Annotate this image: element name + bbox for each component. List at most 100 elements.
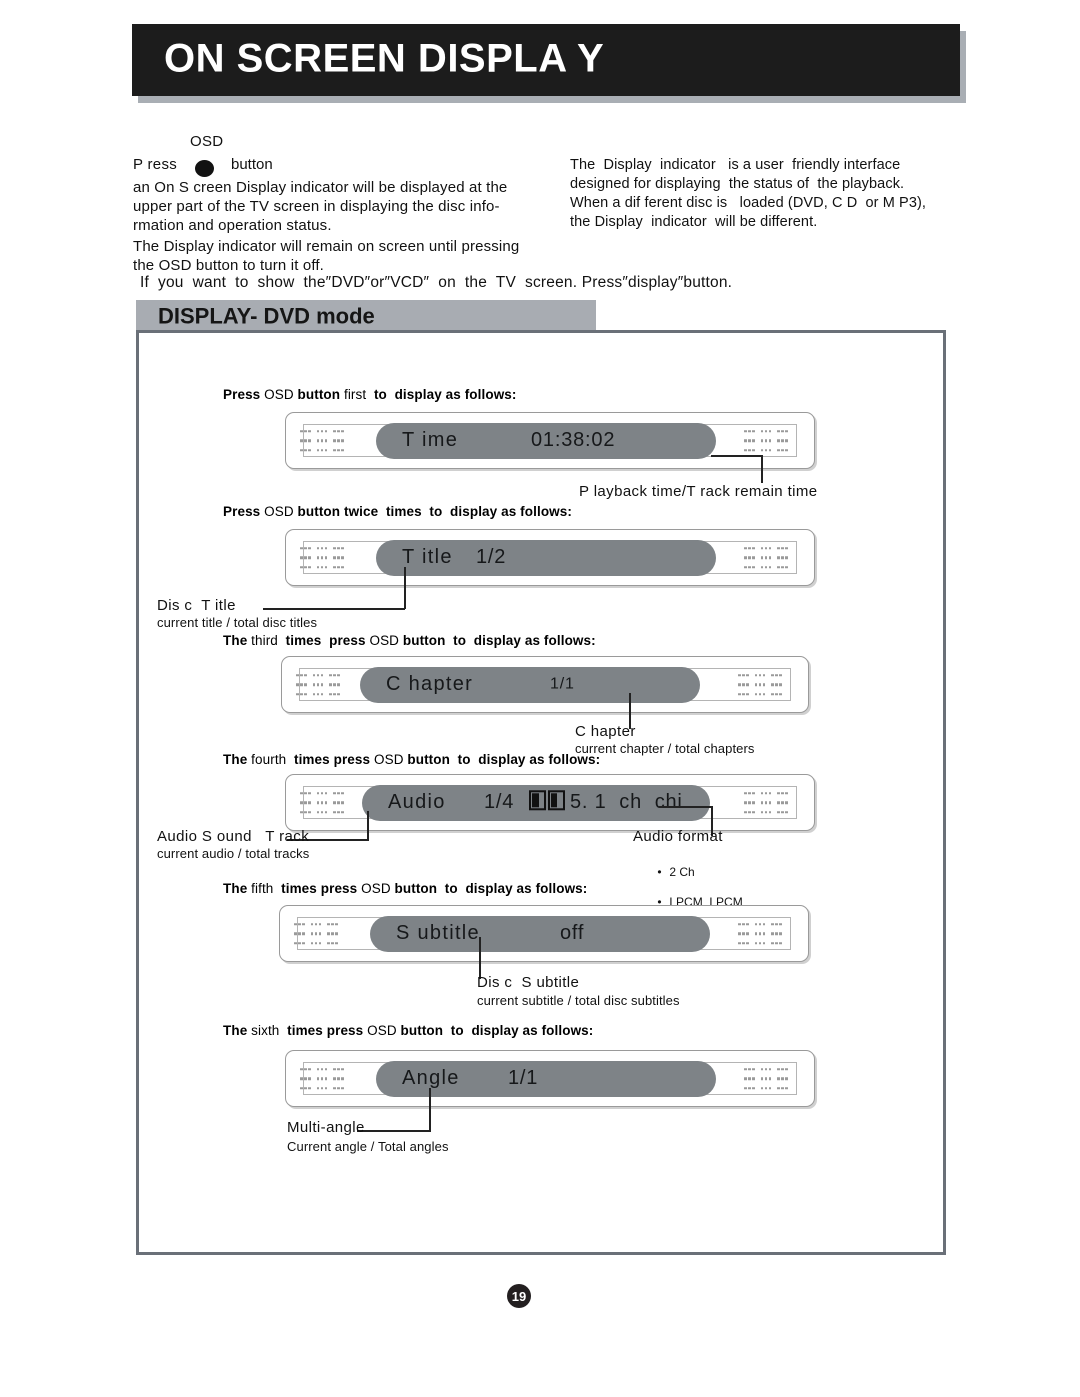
instr6-b2: times press (287, 1023, 368, 1038)
callout-line-h-6 (357, 1130, 431, 1132)
intro-right-line-1: The Display indicator is a user friendly… (570, 157, 901, 173)
intro-right-line-2: designed for displaying the status of th… (570, 176, 905, 192)
callout-audio-format: Audio format (633, 828, 723, 845)
instr1-r1: OSD (264, 387, 298, 402)
callout-disc-subtitle: Dis c S ubtitle (477, 974, 580, 991)
intro-right-column: The Display indicator is a user friendly… (570, 156, 950, 232)
dots-pattern-left-1 (300, 429, 356, 452)
banner-block: ON SCREEN DISPLA Y (132, 24, 960, 96)
osd-label-title: T itle (402, 545, 453, 568)
osd-label-chapter: C hapter (386, 672, 474, 695)
osd-display-row-chapter: C hapter 1/1 (281, 656, 809, 713)
instr5-b2: times press (281, 881, 362, 896)
osd-pill-angle: Angle 1/1 (376, 1060, 716, 1097)
osd-label-subtitle: S ubtitle (396, 921, 480, 944)
osd-display-row-subtitle: S ubtitle off (279, 905, 809, 962)
osd-pill-time: T ime 01:38:02 (376, 422, 716, 459)
audio-format-bullet-1: 2 Ch (669, 865, 695, 879)
instr4-b3: button to display as follows: (407, 752, 601, 767)
osd-pill-title: T itle 1/2 (376, 539, 716, 576)
instr1-b3: to display as follows: (373, 387, 517, 402)
page-title: ON SCREEN DISPLA Y (164, 36, 605, 81)
callout-chapter-sub: current chapter / total chapters (575, 741, 755, 756)
callout-disc-title: Dis c T itle (157, 597, 236, 614)
instr2-b1: Press (223, 504, 265, 519)
instr5-b1: The (223, 881, 252, 896)
dots-pattern-right-5 (738, 922, 794, 945)
instr6-b3: button to display as follows: (400, 1023, 594, 1038)
intro-paragraph-2: The Display indicator will remain on scr… (133, 238, 520, 274)
instruction-row-5: The fifth times press OSD button to disp… (223, 881, 587, 896)
section-title: DISPLAY- DVD mode (158, 302, 375, 328)
osd-display-row-angle: Angle 1/1 (285, 1050, 815, 1107)
osd-value-angle: 1/1 (508, 1066, 539, 1089)
callout-line-h-2 (263, 608, 405, 610)
dots-pattern-left-6 (300, 1067, 356, 1090)
dvd-mode-panel: Press OSD button first to display as fol… (136, 330, 946, 1255)
osd-display-row-title: T itle 1/2 (285, 529, 815, 586)
instruction-row-6: The sixth times press OSD button to disp… (223, 1023, 593, 1038)
instr5-r2: OSD (361, 881, 395, 896)
instr4-b2: times press (293, 752, 374, 767)
callout-disc-title-sub: current title / total disc titles (157, 615, 318, 630)
dots-pattern-right-2 (744, 546, 800, 569)
intro-right-line-4: the Display indicator will be different. (570, 214, 818, 230)
dolby-digital-glyph (528, 789, 566, 814)
callout-line-v-4 (367, 811, 369, 841)
instr4-r1: fourth (251, 752, 294, 767)
callout-line-h-1 (711, 455, 763, 457)
osd-pill-audio: Audio 1/4 5. 1 ch chi (362, 784, 710, 821)
press-word: P ress (133, 156, 178, 173)
osd-value-audio-suffix: 5. 1 ch chi (570, 790, 683, 813)
instruction-row-4: The fourth times press OSD button to dis… (223, 752, 600, 767)
callout-chapter: C hapter (575, 723, 636, 740)
callout-disc-subtitle-sub: current subtitle / total disc subtitles (477, 993, 680, 1008)
dots-pattern-right-1 (744, 429, 800, 452)
instr2-r1: OSD (264, 504, 298, 519)
osd-button-icon (195, 160, 214, 177)
intro-paragraph-1: an On S creen Display indicator will be … (133, 179, 508, 234)
instr6-r2: OSD (367, 1023, 401, 1038)
dots-pattern-left-4 (300, 791, 356, 814)
instr6-r1: sixth (251, 1023, 288, 1038)
callout-line-v-2 (404, 567, 406, 609)
instr6-b1: The (223, 1023, 252, 1038)
dots-pattern-left-5 (294, 922, 350, 945)
page-number: 19 (507, 1284, 531, 1308)
instr1-b1: Press (223, 387, 265, 402)
dots-pattern-right-3 (738, 673, 794, 696)
osd-display-row-time: T ime 01:38:02 (285, 412, 815, 469)
instruction-row-1: Press OSD button first to display as fol… (223, 387, 517, 402)
osd-label: OSD (190, 133, 224, 150)
instr4-r2: OSD (373, 752, 408, 767)
callout-audio-sound-track: Audio S ound T rack (157, 828, 310, 845)
button-word: button (231, 156, 273, 173)
osd-value-time: 01:38:02 (531, 428, 616, 451)
instr3-r1: third (251, 633, 286, 648)
callout-multi-angle: Multi-angle (287, 1119, 365, 1136)
dots-pattern-left-3 (296, 673, 352, 696)
section-header-bar: DISPLAY- DVD mode (136, 300, 596, 333)
dots-pattern-right-6 (744, 1067, 800, 1090)
instr3-b1: The (223, 633, 252, 648)
callout-line-v-6 (429, 1088, 431, 1132)
callout-line-h-4b (659, 806, 713, 808)
osd-label-audio: Audio (388, 790, 446, 813)
instruction-row-2: Press OSD button twice times to display … (223, 504, 572, 519)
instr1-b2: button (297, 387, 344, 402)
osd-value-title: 1/2 (476, 545, 507, 568)
osd-label-time: T ime (402, 428, 459, 451)
instr5-b3: button to display as follows: (394, 881, 588, 896)
osd-pill-subtitle: S ubtitle off (370, 915, 710, 952)
osd-display-row-audio: Audio 1/4 5. 1 ch chi (285, 774, 815, 831)
callout-line-v-5 (479, 937, 481, 979)
dots-pattern-left-2 (300, 546, 356, 569)
osd-label-angle: Angle (402, 1066, 460, 1089)
dots-pattern-right-4 (744, 791, 800, 814)
callout-playback-time: P layback time/T rack remain time (579, 483, 818, 500)
instr5-r1: fifth (251, 881, 282, 896)
callout-multi-angle-sub: Current angle / Total angles (287, 1139, 449, 1154)
osd-value-chapter: 1/1 (550, 674, 575, 692)
osd-pill-chapter: C hapter 1/1 (360, 666, 700, 703)
callout-line-v-1 (761, 455, 763, 483)
